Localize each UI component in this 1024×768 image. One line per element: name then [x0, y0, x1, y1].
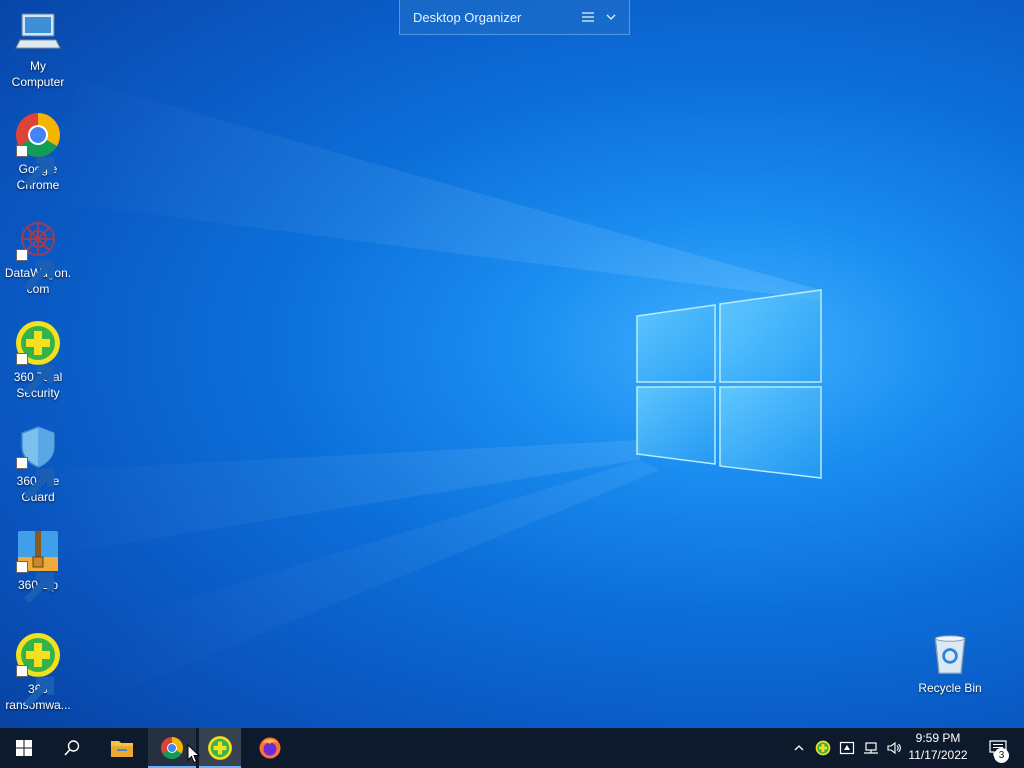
desktop-icon-360-file-guard[interactable]: 360 File Guard	[0, 423, 76, 505]
security-tray-icon	[839, 741, 855, 755]
360-tray-icon	[815, 740, 831, 756]
desktop-icon-360-zip[interactable]: 360 Zip	[0, 527, 76, 603]
chevron-up-icon	[794, 745, 804, 751]
search-button[interactable]	[48, 728, 96, 768]
organizer-title: Desktop Organizer	[413, 9, 522, 25]
hamburger-menu-icon[interactable]	[581, 10, 595, 24]
desktop-icon-google-chrome[interactable]: Google Chrome	[0, 111, 76, 193]
start-button[interactable]	[0, 728, 48, 768]
shortcut-arrow-icon	[16, 665, 55, 707]
shortcut-arrow-icon	[16, 457, 55, 499]
desktop-icon-recycle-bin[interactable]: Recycle Bin	[912, 632, 988, 696]
taskbar-360-total-security[interactable]	[199, 728, 241, 768]
notification-count-badge: 3	[994, 748, 1009, 763]
volume-button[interactable]	[883, 728, 905, 768]
tray-360-button[interactable]	[812, 728, 834, 768]
360-total-security-icon	[208, 736, 232, 760]
chrome-icon	[161, 737, 183, 759]
desktop-wallpaper	[0, 0, 1024, 728]
desktop-icon-label: My Computer	[11, 59, 65, 89]
firefox-icon	[259, 737, 281, 759]
shortcut-arrow-icon	[16, 145, 55, 187]
network-button[interactable]	[860, 728, 882, 768]
show-hidden-icons-button[interactable]	[789, 728, 809, 768]
computer-icon	[15, 13, 61, 49]
taskbar-file-explorer[interactable]	[98, 728, 146, 768]
chevron-down-icon[interactable]	[605, 11, 617, 23]
start-icon	[16, 740, 32, 756]
shortcut-arrow-icon	[16, 249, 55, 291]
search-icon	[64, 740, 80, 756]
taskbar: 9:59 PM 11/17/2022 3	[0, 728, 1024, 768]
desktop-organizer-widget[interactable]: Desktop Organizer	[399, 0, 630, 35]
shortcut-arrow-icon	[16, 353, 55, 395]
desktop-icon-label: Recycle Bin	[918, 681, 982, 695]
clock-date: 11/17/2022	[908, 748, 968, 762]
desktop-icon-360-total-security[interactable]: 360 Total Security	[0, 319, 76, 401]
recycle-bin-icon	[934, 635, 966, 675]
desktop-icon-my-computer[interactable]: My Computer	[0, 8, 76, 90]
desktop-icon-datawagon[interactable]: DataWagon. com	[0, 215, 76, 297]
clock-time: 9:59 PM	[915, 731, 961, 745]
windows-logo-wallpaper	[20, 80, 822, 700]
file-explorer-icon	[111, 741, 133, 757]
tray-security-button[interactable]	[836, 728, 858, 768]
network-icon	[864, 742, 878, 754]
action-center-button[interactable]: 3	[978, 728, 1018, 768]
taskbar-firefox[interactable]	[246, 728, 294, 768]
desktop-icon-360-ransomware[interactable]: 360 ransomwa...	[0, 631, 76, 713]
shortcut-arrow-icon	[16, 561, 55, 603]
taskbar-clock[interactable]: 9:59 PM 11/17/2022	[904, 730, 972, 764]
mouse-cursor-icon	[187, 744, 200, 764]
volume-icon	[887, 741, 901, 755]
